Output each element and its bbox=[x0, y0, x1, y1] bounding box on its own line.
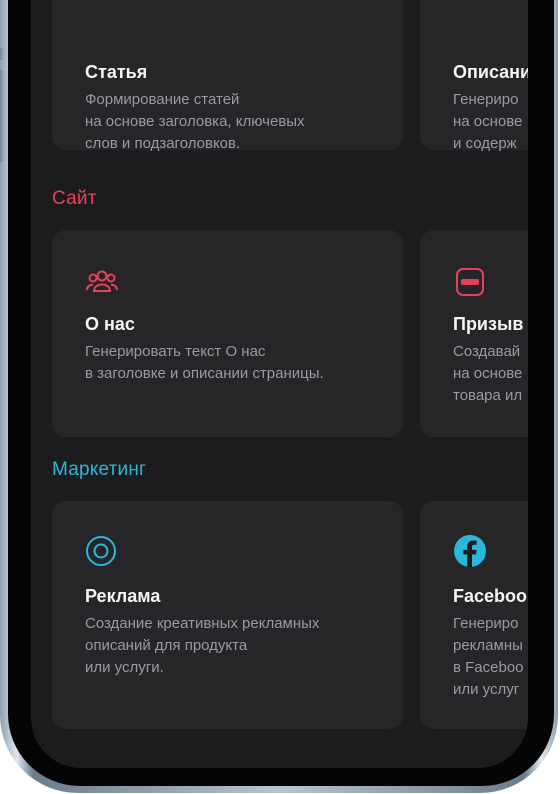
card-title: О нас bbox=[85, 314, 135, 334]
templates-list: Статья Формирование статей на основе заг… bbox=[31, 0, 528, 768]
card-description: Генериро на основе и содерж bbox=[453, 89, 522, 155]
desc-line: Создавай bbox=[453, 343, 521, 360]
template-card-ads[interactable]: Реклама Создание креативных рекламных оп… bbox=[52, 501, 403, 729]
card-description: Генерировать текст О нас в заголовке и о… bbox=[85, 341, 324, 385]
section-title-site: Сайт bbox=[52, 188, 97, 209]
template-card-description[interactable]: Описани Генериро на основе и содерж bbox=[420, 0, 528, 152]
phone-screen: Статья Формирование статей на основе заг… bbox=[31, 0, 528, 768]
card-title: Faceboo bbox=[453, 586, 528, 606]
card-title: Реклама bbox=[85, 586, 161, 606]
card-title: Статья bbox=[85, 62, 148, 82]
desc-line: на основе bbox=[453, 365, 523, 382]
desc-line: Генерировать текст О нас bbox=[85, 343, 266, 360]
card-description: Создавай на основе товара ил bbox=[453, 341, 522, 407]
desc-line: в заголовке и описании страницы. bbox=[85, 365, 324, 382]
section-title-marketing: Маркетинг bbox=[52, 459, 147, 480]
desc-line: описаний для продукта bbox=[85, 637, 248, 654]
desc-line: на основе bbox=[453, 113, 523, 130]
desc-line: на основе заголовка, ключевых bbox=[85, 113, 305, 130]
desc-line: слов и подзаголовков. bbox=[85, 135, 241, 152]
desc-line: товара ил bbox=[453, 387, 523, 404]
template-card-facebook[interactable]: Faceboo Генериро рекламны в Faceboo или … bbox=[420, 501, 528, 729]
card-title: Описани bbox=[453, 62, 528, 82]
template-card-call-to-action[interactable]: Призыв Создавай на основе товара ил bbox=[420, 230, 528, 437]
desc-line: или услуг bbox=[453, 681, 520, 698]
volume-up-button bbox=[0, 48, 5, 60]
desc-line: в Faceboo bbox=[453, 659, 524, 676]
desc-line: или услуги. bbox=[85, 659, 164, 676]
minus-box-icon bbox=[453, 265, 487, 299]
template-card-about-us[interactable]: О нас Генерировать текст О нас в заголов… bbox=[52, 230, 403, 437]
desc-line: Генериро bbox=[453, 615, 519, 632]
desc-line: Создание креативных рекламных bbox=[85, 615, 320, 632]
card-description: Создание креативных рекламных описаний д… bbox=[85, 613, 319, 679]
users-icon bbox=[85, 265, 119, 299]
card-title: Призыв bbox=[453, 314, 524, 334]
desc-line: и содерж bbox=[453, 135, 517, 152]
card-description: Формирование статей на основе заголовка,… bbox=[85, 89, 305, 155]
desc-line: рекламны bbox=[453, 637, 523, 654]
target-icon bbox=[85, 534, 119, 568]
card-description: Генериро рекламны в Faceboo или услуг bbox=[453, 613, 524, 701]
template-card-article[interactable]: Статья Формирование статей на основе заг… bbox=[52, 0, 403, 152]
desc-line: Формирование статей bbox=[85, 91, 240, 108]
volume-down-button bbox=[0, 70, 5, 162]
facebook-icon bbox=[453, 534, 487, 568]
desc-line: Генериро bbox=[453, 91, 519, 108]
